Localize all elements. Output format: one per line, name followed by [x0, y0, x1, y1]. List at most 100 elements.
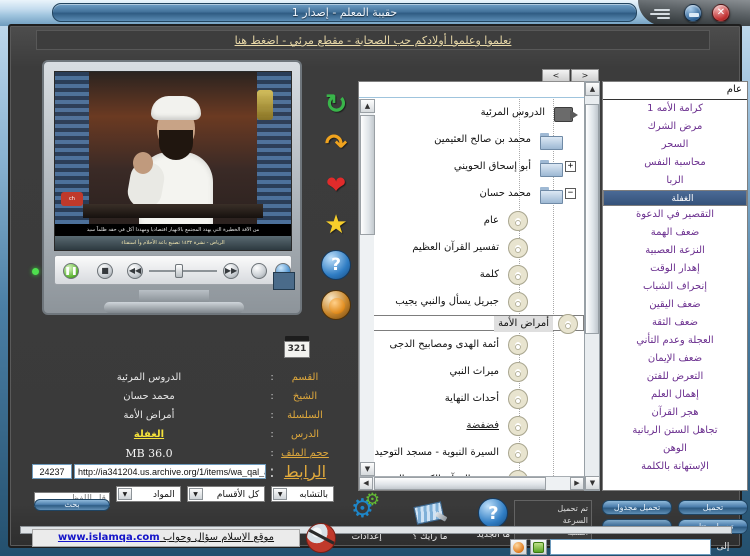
- outer-scroll-up-icon[interactable]: ▲: [585, 82, 600, 96]
- search-button[interactable]: بحث: [33, 499, 110, 511]
- sections-select[interactable]: ▼ كل الأقسام: [186, 486, 266, 502]
- tree-node[interactable]: جبريل يسأل والنبي يجيب: [359, 288, 584, 315]
- help-icon[interactable]: ?: [321, 250, 351, 280]
- close-button[interactable]: ✕: [712, 4, 730, 22]
- download-status-panel: تم تحميل السرعة النسبة: [514, 500, 592, 540]
- video-lamp-decor: [257, 90, 273, 120]
- lessons-list-item[interactable]: النزعة العصبية: [603, 242, 747, 260]
- tree-node-label: أئمة الهدى ومصابيح الدجى: [389, 339, 499, 350]
- lessons-list-item[interactable]: الوهن: [603, 440, 747, 458]
- lessons-list-item[interactable]: تجاهل السنن الربانية: [603, 422, 747, 440]
- lessons-list-item[interactable]: محاسبة النفس: [603, 154, 747, 172]
- lessons-list-item[interactable]: العجلة وعدم التأني: [603, 332, 747, 350]
- feedback-button[interactable]: ما رأيك ؟: [403, 498, 456, 546]
- tree-horizontal-scrollbar[interactable]: ◀ ▶: [359, 476, 584, 490]
- lessons-list-item[interactable]: إنحراف الشباب: [603, 278, 747, 296]
- tree-node[interactable]: ميراث النبي: [359, 358, 584, 385]
- tree-vscroll-thumb[interactable]: [360, 115, 375, 235]
- fullscreen-button[interactable]: [273, 272, 295, 290]
- stop-button[interactable]: ■: [97, 263, 113, 279]
- lessons-list-item[interactable]: السحر: [603, 136, 747, 154]
- scroll-left-arrow-icon[interactable]: ◀: [359, 477, 373, 490]
- download-button[interactable]: تحميل: [678, 500, 748, 515]
- chevron-down-icon: ▼: [188, 488, 203, 500]
- detail-value: الغفلة: [133, 429, 165, 440]
- scroll-up-arrow-icon[interactable]: ▲: [360, 99, 375, 113]
- lessons-list-item[interactable]: مرض الشرك: [603, 118, 747, 136]
- detail-value: الدروس المرئية: [116, 372, 182, 383]
- lessons-list-item[interactable]: الربا: [603, 172, 747, 190]
- tree-node[interactable]: − محمد حسان: [359, 180, 584, 207]
- star-icon[interactable]: ★: [321, 210, 351, 240]
- outer-scroll-thumb[interactable]: [585, 104, 599, 334]
- favorite-heart-icon[interactable]: ❤: [321, 170, 351, 200]
- tree-node[interactable]: محمد بن صالح العثيمين: [359, 126, 584, 153]
- seek-knob[interactable]: [175, 264, 183, 278]
- tree-node[interactable]: السيرة النبوية - مسجد التوحيد: [359, 439, 584, 466]
- lessons-list-item[interactable]: ضعف الثقة: [603, 314, 747, 332]
- seek-track[interactable]: [149, 270, 217, 272]
- tree-node[interactable]: كلمة: [359, 261, 584, 288]
- home-icon[interactable]: [510, 539, 527, 555]
- tree-node[interactable]: الدروس المرئية: [359, 99, 584, 126]
- lessons-list-item[interactable]: كرامة الأمه 1: [603, 100, 747, 118]
- video-news-ticker: الرياض - نشرة ١٤٣٢ تصنيع باعة الأحلام وأ…: [55, 236, 291, 250]
- similarity-select[interactable]: ▼ بالتشابه: [271, 486, 334, 502]
- tree-node[interactable]: أمراض الأمة: [359, 313, 584, 334]
- lessons-list-item[interactable]: ضعف اليقين: [603, 296, 747, 314]
- lessons-list-item[interactable]: إهمال العلم: [603, 386, 747, 404]
- settings-gear-icon: [351, 490, 383, 528]
- tree-node[interactable]: تفسير القرآن الكريم - الرحمة: [359, 466, 584, 476]
- play-pause-button[interactable]: ❚❚: [63, 263, 79, 279]
- tree-node[interactable]: + أبو إسحاق الحويني: [359, 153, 584, 180]
- tree-node[interactable]: فضفضة: [359, 412, 584, 439]
- lessons-list-item[interactable]: إهدار الوقت: [603, 260, 747, 278]
- lessons-list-item[interactable]: ضعف الإيمان: [603, 350, 747, 368]
- refresh-icon[interactable]: ↻: [321, 90, 351, 120]
- media-player-icon[interactable]: 321: [284, 336, 310, 358]
- volume-button[interactable]: [251, 263, 267, 279]
- scheduled-download-button[interactable]: تحميل مجدول: [602, 500, 672, 515]
- tree-node[interactable]: عام: [359, 207, 584, 234]
- lessons-list-item[interactable]: التقصير في الدعوة: [603, 206, 747, 224]
- collapse-icon[interactable]: −: [565, 188, 576, 199]
- lessons-list-item[interactable]: هجر القرآن: [603, 404, 747, 422]
- outer-scroll-down-icon[interactable]: ▼: [585, 476, 600, 490]
- materials-select-value: المواد: [152, 490, 175, 500]
- materials-select[interactable]: ▼ المواد: [115, 486, 181, 502]
- promo-banner-link[interactable]: تعلموا وعلموا أولادكم حب الصحابة - مقطع …: [37, 31, 709, 50]
- lessons-list-item[interactable]: الإستهانة بالكلمة: [603, 458, 747, 476]
- redo-icon[interactable]: ↷: [321, 130, 351, 160]
- similarity-select-value: بالتشابه: [299, 490, 328, 500]
- next-button[interactable]: ▶▶: [223, 263, 239, 279]
- scroll-right-arrow-icon[interactable]: ▶: [570, 477, 584, 490]
- detail-row: القسم: الدروس المرئية: [32, 368, 332, 387]
- tree-node[interactable]: أحداث النهاية: [359, 385, 584, 412]
- video-monitor: ch من الآفة الخطيرة التي يهدد المجتمع با…: [42, 60, 302, 315]
- tree-path-field[interactable]: [359, 82, 599, 98]
- disc-icon: [508, 442, 528, 463]
- scroll-down-arrow-icon[interactable]: ▼: [360, 462, 375, 476]
- expand-icon[interactable]: +: [565, 161, 576, 172]
- outer-vertical-scrollbar[interactable]: ▲ ▼: [584, 81, 600, 491]
- tree-nav-prev-button[interactable]: <: [542, 69, 570, 82]
- settings-button[interactable]: إعدادات: [340, 490, 393, 546]
- tree-hscroll-thumb[interactable]: [374, 477, 546, 490]
- lessons-list-item[interactable]: الغفلة: [603, 190, 747, 206]
- islamqa-link[interactable]: موقع الإسلام سؤال وجواب www.islamqa.com: [32, 529, 300, 547]
- record-icon[interactable]: [321, 290, 351, 320]
- link-url-input[interactable]: [74, 464, 266, 479]
- tree-node[interactable]: أئمة الهدى ومصابيح الدجى: [359, 331, 584, 358]
- previous-button[interactable]: ◀◀: [127, 263, 143, 279]
- lessons-list-item[interactable]: التعرض للفتن: [603, 368, 747, 386]
- open-folder-icon[interactable]: [530, 539, 547, 555]
- link-id-input[interactable]: [32, 464, 72, 479]
- minimize-button[interactable]: [684, 4, 702, 22]
- disc-icon: [508, 264, 528, 285]
- islamqa-url: www.islamqa.com: [57, 532, 160, 543]
- lessons-list-item[interactable]: ضعف الهمة: [603, 224, 747, 242]
- video-screen[interactable]: ch من الآفة الخطيرة التي يهدد المجتمع با…: [54, 71, 292, 251]
- tree-vertical-scrollbar[interactable]: ▲ ▼: [359, 99, 375, 476]
- url-input[interactable]: [550, 539, 711, 555]
- tree-node[interactable]: تفسير القرآن العظيم: [359, 234, 584, 261]
